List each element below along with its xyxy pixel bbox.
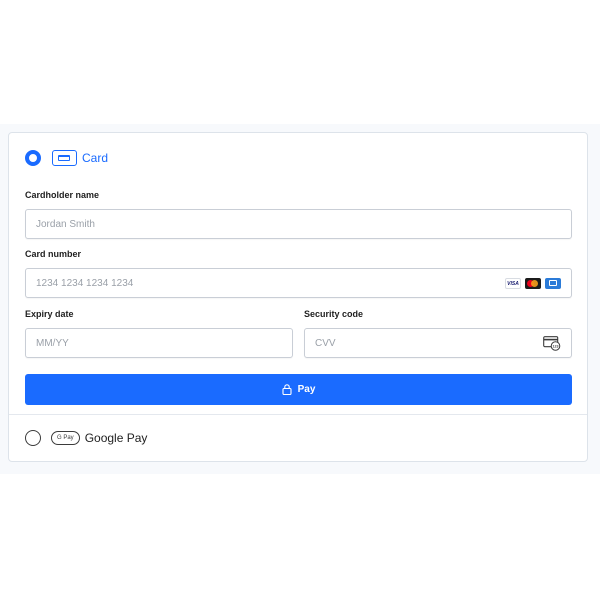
card-number-placeholder: 1234 1234 1234 1234 [36, 278, 134, 289]
expiry-date-input[interactable]: MM/YY [25, 328, 293, 358]
mastercard-icon [525, 278, 541, 289]
security-code-placeholder: CVV [315, 338, 336, 349]
pay-button[interactable]: Pay [25, 374, 572, 405]
pay-button-label: Pay [297, 384, 316, 395]
cardholder-name-input[interactable]: Jordan Smith [25, 209, 572, 239]
expiry-date-label: Expiry date [25, 309, 74, 319]
cvc-card-icon: 123 [543, 336, 561, 351]
svg-text:123: 123 [553, 344, 559, 348]
card-number-label: Card number [25, 249, 82, 259]
payment-panel: Card Cardholder name Jordan Smith Card n… [8, 132, 588, 462]
security-code-input[interactable]: CVV 123 [304, 328, 572, 358]
visa-icon: VISA [505, 278, 521, 289]
security-code-label: Security code [304, 309, 364, 319]
google-pay-icon: G Pay [51, 431, 80, 445]
credit-card-icon [52, 150, 77, 166]
google-pay-option[interactable]: G Pay Google Pay [9, 415, 587, 461]
card-number-input[interactable]: 1234 1234 1234 1234 VISA [25, 268, 572, 298]
card-brand-icons: VISA [505, 278, 561, 289]
card-radio[interactable] [25, 150, 41, 166]
google-pay-label: Google Pay [84, 431, 148, 445]
checkout-stage: Card Cardholder name Jordan Smith Card n… [0, 124, 600, 474]
card-payment-option: Card Cardholder name Jordan Smith Card n… [9, 133, 587, 415]
amex-icon [545, 278, 561, 289]
card-option-header[interactable]: Card [25, 148, 108, 168]
lock-icon [282, 384, 292, 395]
card-option-label: Card [82, 151, 109, 165]
cardholder-name-placeholder: Jordan Smith [36, 219, 95, 230]
google-pay-radio[interactable] [25, 430, 41, 446]
google-pay-header[interactable]: G Pay Google Pay [25, 430, 147, 446]
expiry-date-placeholder: MM/YY [36, 338, 69, 349]
cardholder-name-label: Cardholder name [25, 190, 100, 200]
